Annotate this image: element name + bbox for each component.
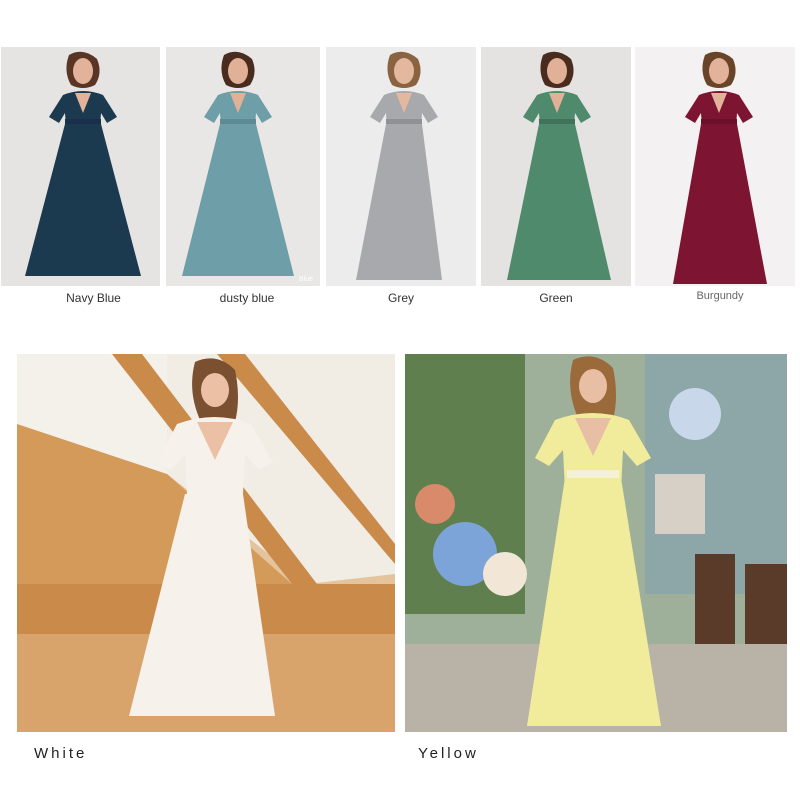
dress-illustration [326,47,476,286]
variant-label-green: Green [539,291,573,305]
dress-illustration [166,47,320,286]
variant-label-burgundy: Burgundy [696,290,744,302]
variant-tag: Blue [299,276,314,283]
room-scene-illustration [17,354,395,732]
variant-image-dusty-blue[interactable]: Blue [166,47,320,286]
variant-image-green[interactable] [481,47,631,286]
garden-scene-illustration [405,354,787,732]
variant-image-burgundy[interactable] [635,47,795,286]
featured-label-white: White [34,745,88,762]
featured-image-yellow[interactable] [405,354,787,732]
variant-image-grey[interactable] [326,47,476,286]
featured-image-white[interactable] [17,354,395,732]
dress-illustration [481,47,631,286]
dress-illustration [1,47,160,286]
dress-illustration [635,47,795,286]
variant-label-navy-blue: Navy Blue [66,291,121,305]
variant-image-navy-blue[interactable] [1,47,160,286]
featured-label-yellow: Yellow [418,745,479,762]
variant-label-grey: Grey [387,291,414,305]
variant-label-dusty-blue: dusty blue [219,291,275,305]
